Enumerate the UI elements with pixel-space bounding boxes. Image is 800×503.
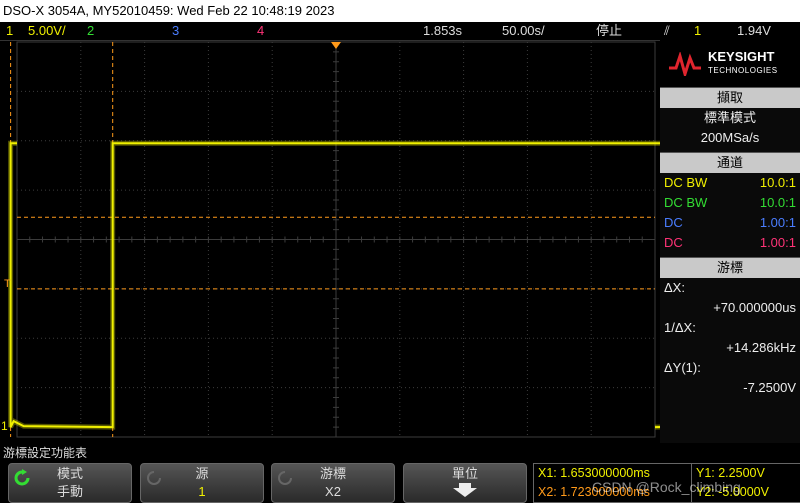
dx-value-text: +70.000000us — [713, 300, 796, 315]
rotate-icon — [278, 471, 292, 485]
refresh-icon — [14, 469, 30, 486]
arrow-down-icon — [453, 483, 477, 497]
ch4-coupling: DC — [664, 235, 683, 250]
inv-dx-label-text: 1/ΔX: — [664, 320, 696, 335]
ch4-number[interactable]: 4 — [257, 22, 264, 40]
channel-1-info: DC BW 10.0:1 — [660, 173, 800, 193]
mode-softkey[interactable]: 模式 手動 — [8, 463, 132, 503]
delta-x-label: ΔX: — [660, 278, 800, 298]
channel-4-info: DC 1.00:1 — [660, 233, 800, 253]
ch1-trace-glow — [8, 140, 660, 430]
inverse-delta-x-label: 1/ΔX: — [660, 318, 800, 338]
time-position[interactable]: 1.853s — [423, 22, 462, 40]
dy-value-text: -7.2500V — [743, 380, 796, 395]
ch3-probe: 1.00:1 — [759, 215, 796, 230]
source-softkey[interactable]: 源1 — [140, 463, 264, 503]
units-softkey[interactable]: 單位 — [403, 463, 527, 503]
ch1-ground-marker: 1 — [1, 419, 8, 433]
acquisition-mode: 標準模式 — [660, 108, 800, 128]
dy-label-text: ΔY(1): — [664, 360, 701, 375]
delta-y-value: -7.2500V — [660, 378, 800, 398]
rotate-icon — [147, 471, 161, 485]
softkey-bar: 模式 手動 源1 游標 X2 單位 X1: 1.653000000ms X2: 1.… — [0, 462, 800, 503]
acq-rate-text: 200MSa/s — [700, 130, 760, 145]
keysight-wave-icon — [669, 51, 701, 76]
ch2-coupling: DC BW — [664, 195, 708, 210]
logo-main: KEYSIGHT — [708, 48, 775, 64]
keysight-logo: KEYSIGHT TECHNOLOGIES — [660, 40, 800, 87]
ch1-coupling: DC BW — [664, 175, 708, 190]
window-title: DSO-X 3054A, MY52010459: Wed Feb 22 10:4… — [3, 3, 335, 18]
logo-sub: TECHNOLOGIES — [708, 65, 778, 75]
trigger-slope-icon: ⫽ — [664, 23, 670, 38]
trigger-channel[interactable]: 1 — [694, 22, 701, 40]
channel-header: 通道 — [660, 152, 800, 173]
side-panel: KEYSIGHT TECHNOLOGIES 擷取 標準模式 200MSa/s 通道… — [660, 40, 800, 443]
status-bar: 1 5.00V/ 2 3 4 1.853s 50.00s/ 停止 ⫽ 1 1.9… — [0, 22, 800, 41]
acquisition-header: 擷取 — [660, 87, 800, 108]
title-bar: DSO-X 3054A, MY52010459: Wed Feb 22 10:4… — [0, 0, 800, 22]
time-per-div[interactable]: 50.00s/ — [502, 22, 545, 40]
ch4-probe: 1.00:1 — [759, 235, 796, 250]
channel-2-info: DC BW 10.0:1 — [660, 193, 800, 213]
trigger-level-marker: T — [4, 278, 11, 290]
ch3-number[interactable]: 3 — [172, 22, 179, 40]
ch1-scale[interactable]: 5.00V/ — [28, 22, 66, 40]
watermark: CSDN @Rock_climbing — [592, 479, 741, 495]
ch3-coupling: DC — [664, 215, 683, 230]
channel-3-info: DC 1.00:1 — [660, 213, 800, 233]
trigger-level[interactable]: 1.94V — [737, 22, 771, 40]
cursor-header: 游標 — [660, 257, 800, 278]
function-menu-label: 游標設定功能表 — [0, 444, 800, 462]
ch1-trace-line — [9, 142, 660, 429]
ch2-number[interactable]: 2 — [87, 22, 94, 40]
trigger-position-marker — [331, 42, 341, 49]
run-state[interactable]: 停止 — [596, 22, 622, 40]
inv-dx-value-text: +14.286kHz — [726, 340, 796, 355]
ch2-probe: 10.0:1 — [759, 195, 796, 210]
acquisition-rate: 200MSa/s — [660, 128, 800, 148]
delta-x-value: +70.000000us — [660, 298, 800, 318]
acq-mode-text: 標準模式 — [703, 110, 756, 125]
ch1-number[interactable]: 1 — [6, 22, 13, 40]
cursor-select-softkey[interactable]: 游標 X2 — [271, 463, 395, 503]
delta-y-label: ΔY(1): — [660, 358, 800, 378]
inverse-delta-x-value: +14.286kHz — [660, 338, 800, 358]
units-title: 單位 — [451, 466, 478, 481]
ch1-trace — [8, 140, 660, 430]
ch1-probe: 10.0:1 — [759, 175, 796, 190]
dx-label-text: ΔX: — [664, 280, 685, 295]
waveform-display[interactable]: T 1 — [0, 40, 660, 443]
